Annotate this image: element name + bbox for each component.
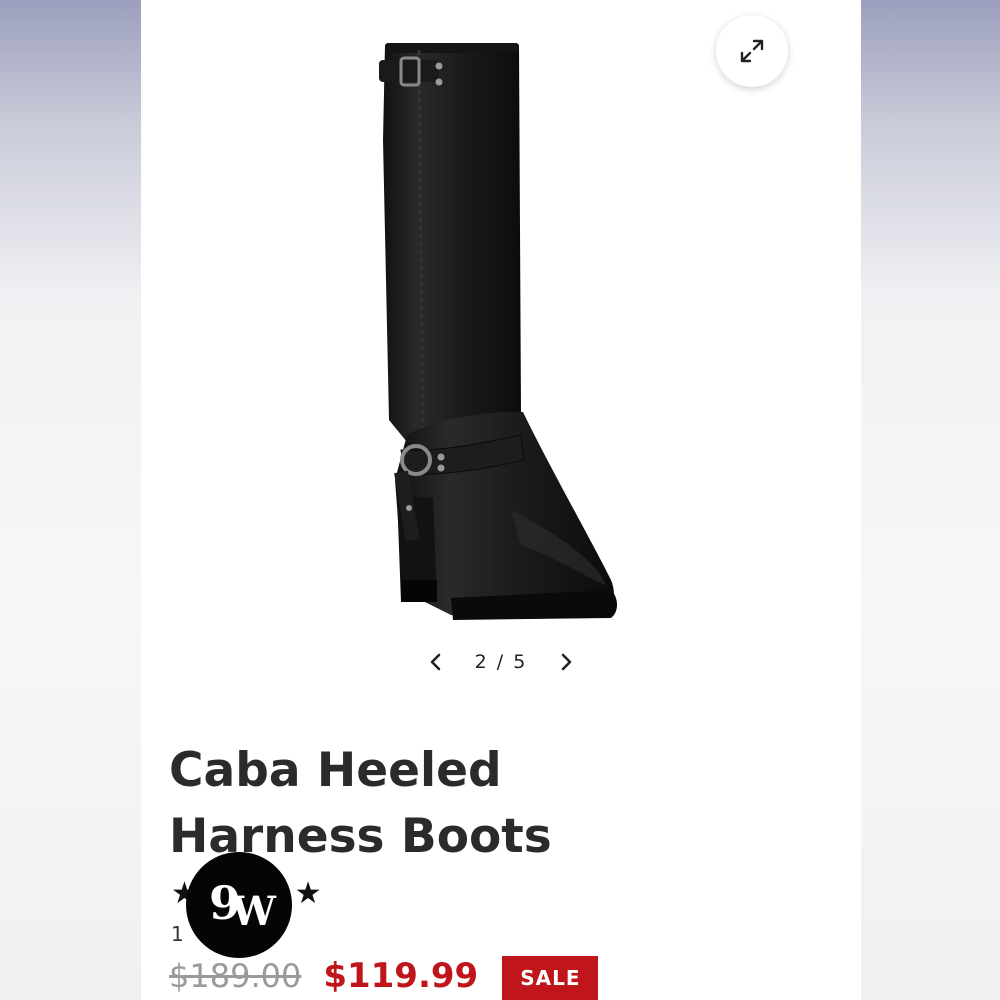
product-title: Caba Heeled Harness Boots	[169, 743, 552, 864]
original-price: $189.00	[169, 957, 302, 995]
image-counter-current: 2	[474, 651, 489, 673]
expand-arrows-icon	[740, 39, 764, 63]
image-counter: 2 / 5	[475, 651, 528, 673]
chevron-right-icon	[561, 653, 572, 671]
seller-watermark-logo: 9 W	[186, 852, 292, 958]
image-counter-separator: /	[496, 651, 506, 673]
svg-text:W: W	[230, 888, 277, 935]
watermark-logo-icon: 9 W	[209, 876, 277, 935]
product-card: 2 / 5 Caba Heeled Harness Boots ★ ★ ★ ★ …	[141, 0, 861, 1000]
image-counter-total: 5	[513, 651, 528, 673]
previous-image-button[interactable]	[421, 647, 451, 677]
product-image[interactable]	[361, 40, 631, 630]
chevron-left-icon	[430, 653, 441, 671]
review-count[interactable]: 1	[171, 922, 184, 946]
sale-price: $119.99	[323, 956, 479, 996]
sale-badge: SALE	[502, 956, 599, 1000]
expand-image-button[interactable]	[716, 15, 788, 87]
image-pager: 2 / 5	[421, 640, 581, 684]
next-image-button[interactable]	[551, 647, 581, 677]
star-icon: ★	[294, 876, 322, 911]
